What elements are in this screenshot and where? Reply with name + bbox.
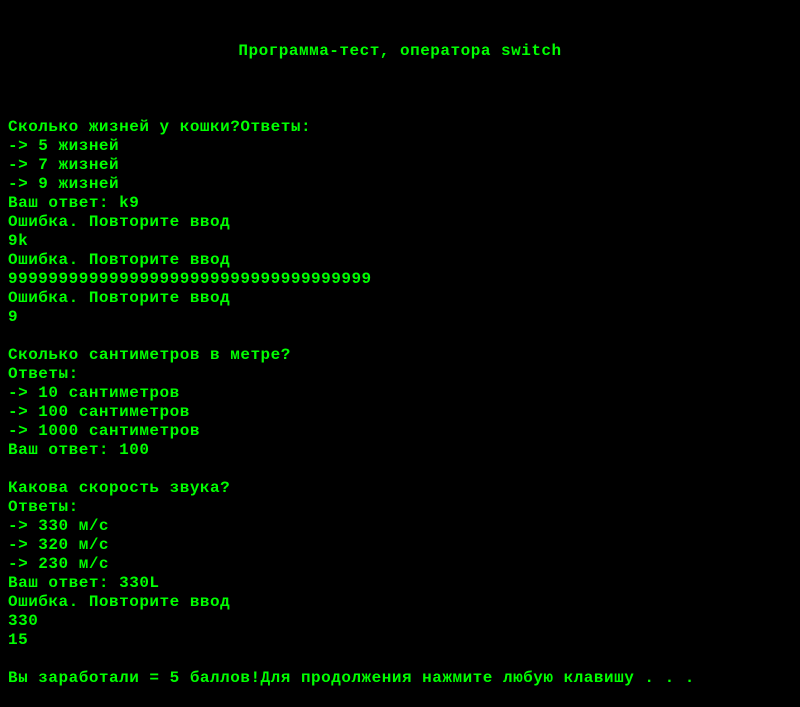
console-line: Ваш ответ: 330L — [8, 574, 792, 593]
console-line: -> 5 жизней — [8, 137, 792, 156]
console-line: Ошибка. Повторите ввод — [8, 593, 792, 612]
console-line: Ответы: — [8, 498, 792, 517]
console-line — [8, 99, 792, 118]
console-line: 999999999999999999999999999999999999 — [8, 270, 792, 289]
console-line: -> 100 сантиметров — [8, 403, 792, 422]
console-line: -> 320 м/с — [8, 536, 792, 555]
console-line: Вы заработали = 5 баллов!Для продолжения… — [8, 669, 792, 688]
console-line: Ошибка. Повторите ввод — [8, 213, 792, 232]
console-line: Ответы: — [8, 365, 792, 384]
console-line: 9 — [8, 308, 792, 327]
console-line: -> 1000 сантиметров — [8, 422, 792, 441]
console-line: Какова скорость звука? — [8, 479, 792, 498]
console-line — [8, 460, 792, 479]
console-output: Сколько жизней у кошки?Ответы:-> 5 жизне… — [8, 99, 792, 688]
console-line: 15 — [8, 631, 792, 650]
console-line: -> 7 жизней — [8, 156, 792, 175]
program-title: Программа-тест, оператора switch — [8, 42, 792, 61]
console-line: Сколько сантиметров в метре? — [8, 346, 792, 365]
console-line: -> 9 жизней — [8, 175, 792, 194]
console-line: Ваш ответ: k9 — [8, 194, 792, 213]
console-line — [8, 650, 792, 669]
console-line: -> 230 м/с — [8, 555, 792, 574]
console-line: Ошибка. Повторите ввод — [8, 251, 792, 270]
console-line: -> 10 сантиметров — [8, 384, 792, 403]
console-line: Ошибка. Повторите ввод — [8, 289, 792, 308]
console-line — [8, 327, 792, 346]
console-line: Сколько жизней у кошки?Ответы: — [8, 118, 792, 137]
console-line: Ваш ответ: 100 — [8, 441, 792, 460]
console-line: -> 330 м/с — [8, 517, 792, 536]
console-window[interactable]: Программа-тест, оператора switch Сколько… — [0, 0, 800, 618]
console-line: 9k — [8, 232, 792, 251]
console-line: 330 — [8, 612, 792, 631]
